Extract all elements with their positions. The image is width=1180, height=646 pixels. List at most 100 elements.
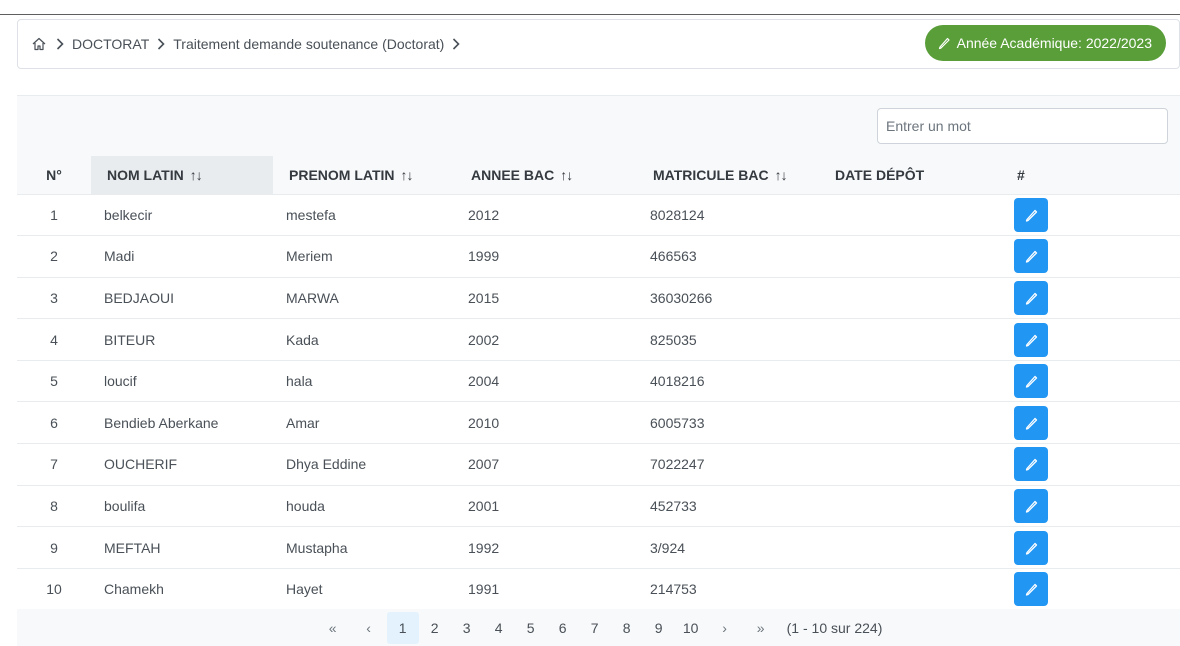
breadcrumb-item-doctorat[interactable]: DOCTORAT <box>72 36 149 52</box>
breadcrumb: DOCTORAT Traitement demande soutenance (… <box>17 19 1180 69</box>
sort-icon[interactable]: ↑↓ <box>775 167 788 183</box>
cell-annee-bac: 2010 <box>455 401 637 445</box>
edit-button[interactable] <box>1014 364 1048 399</box>
edit-button[interactable] <box>1014 239 1048 274</box>
cell-prenom-latin: Meriem <box>273 235 455 278</box>
pencil-icon <box>1023 207 1039 223</box>
table-row: 4 BITEUR Kada 2002 825035 <box>17 318 1180 361</box>
data-table-card: N° NOM LATIN↑↓ PRENOM LATIN↑↓ ANNEE BAC↑… <box>17 95 1180 646</box>
pencil-icon <box>1023 332 1039 348</box>
cell-annee-bac: 2004 <box>455 360 637 403</box>
prev-page-button[interactable]: ‹ <box>353 612 385 644</box>
sort-icon[interactable]: ↑↓ <box>560 167 573 183</box>
edit-button[interactable] <box>1014 405 1048 440</box>
home-icon[interactable] <box>30 35 48 53</box>
cell-actions <box>1001 360 1180 403</box>
cell-actions <box>1001 401 1180 445</box>
pencil-icon <box>1023 373 1039 389</box>
table-row: 7 OUCHERIF Dhya Eddine 2007 7022247 <box>17 443 1180 486</box>
cell-date-depot <box>819 443 1001 486</box>
cell-number: 2 <box>17 235 91 278</box>
cell-nom-latin: Chamekh <box>91 568 273 611</box>
page-button[interactable]: 6 <box>547 612 579 644</box>
pencil-icon <box>1023 581 1039 597</box>
table-row: 8 boulifa houda 2001 452733 <box>17 485 1180 528</box>
page-button[interactable]: 4 <box>483 612 515 644</box>
last-page-button[interactable]: » <box>745 612 777 644</box>
column-header-prenom-latin[interactable]: PRENOM LATIN ↑↓ <box>273 156 455 195</box>
cell-actions <box>1001 194 1180 237</box>
cell-prenom-latin: Kada <box>273 318 455 361</box>
academic-year-badge[interactable]: Année Académique: 2022/2023 <box>924 25 1166 61</box>
edit-button[interactable] <box>1014 488 1048 523</box>
chevron-right-icon <box>447 37 465 51</box>
table-row: 6 Bendieb Aberkane Amar 2010 6005733 <box>17 401 1180 445</box>
cell-prenom-latin: MARWA <box>273 277 455 320</box>
pencil-icon <box>1023 498 1039 514</box>
cell-nom-latin: BITEUR <box>91 318 273 361</box>
edit-button[interactable] <box>1014 447 1048 482</box>
cell-date-depot <box>819 318 1001 361</box>
cell-date-depot <box>819 526 1001 569</box>
cell-prenom-latin: Hayet <box>273 568 455 611</box>
page-button[interactable]: 7 <box>579 612 611 644</box>
cell-number: 1 <box>17 194 91 237</box>
cell-number: 3 <box>17 277 91 320</box>
cell-number: 7 <box>17 443 91 486</box>
chevron-right-icon <box>152 37 170 51</box>
cell-actions <box>1001 318 1180 361</box>
page-button[interactable]: 1 <box>386 612 419 644</box>
cell-prenom-latin: Mustapha <box>273 526 455 569</box>
cell-prenom-latin: Dhya Eddine <box>273 443 455 486</box>
sort-icon[interactable]: ↑↓ <box>190 167 203 183</box>
cell-annee-bac: 1999 <box>455 235 637 278</box>
edit-button[interactable] <box>1014 280 1048 315</box>
edit-button[interactable] <box>1014 572 1048 607</box>
search-input[interactable] <box>877 108 1168 144</box>
academic-year-label: Année Académique: 2022/2023 <box>956 35 1152 51</box>
column-header-nom-latin[interactable]: NOM LATIN ↑↓ <box>91 156 273 195</box>
cell-number: 8 <box>17 485 91 528</box>
page-button[interactable]: 9 <box>643 612 675 644</box>
cell-actions <box>1001 526 1180 569</box>
paginator: « ‹ 1 2 3 4 5 6 7 8 9 10 › » (1 - 10 sur 224) <box>17 609 1180 646</box>
next-page-button[interactable]: › <box>709 612 741 644</box>
edit-button[interactable] <box>1014 322 1048 357</box>
pencil-icon <box>938 37 950 50</box>
breadcrumb-item-traitement[interactable]: Traitement demande soutenance (Doctorat) <box>173 36 444 52</box>
cell-date-depot <box>819 194 1001 237</box>
column-header-date-depot: DATE DÉPÔT <box>819 156 1001 195</box>
cell-matricule-bac: 3/924 <box>637 526 819 569</box>
page-button[interactable]: 8 <box>611 612 643 644</box>
table-header-row: N° NOM LATIN ↑↓ PRENOM LATIN ↑↓ ANNEE BAC ↑… <box>17 156 1180 195</box>
page-button[interactable]: 2 <box>419 612 451 644</box>
cell-matricule-bac: 36030266 <box>637 277 819 320</box>
page-report: (1 - 10 sur 224) <box>786 620 883 636</box>
sort-icon[interactable]: ↑↓ <box>401 167 414 183</box>
table-toolbar <box>17 96 1180 156</box>
column-header-matricule-bac[interactable]: MATRICULE BAC ↑↓ <box>637 156 819 195</box>
cell-annee-bac: 2001 <box>455 485 637 528</box>
page-button[interactable]: 10 <box>675 612 707 644</box>
edit-button[interactable] <box>1014 530 1048 565</box>
cell-annee-bac: 1991 <box>455 568 637 611</box>
cell-date-depot <box>819 277 1001 320</box>
table-row: 2 Madi Meriem 1999 466563 <box>17 235 1180 278</box>
cell-nom-latin: belkecir <box>91 194 273 237</box>
cell-matricule-bac: 7022247 <box>637 443 819 486</box>
cell-prenom-latin: houda <box>273 485 455 528</box>
cell-number: 5 <box>17 360 91 403</box>
cell-nom-latin: BEDJAOUI <box>91 277 273 320</box>
edit-button[interactable] <box>1014 197 1048 232</box>
cell-annee-bac: 2002 <box>455 318 637 361</box>
page-list: 1 2 3 4 5 6 7 8 9 10 <box>386 612 707 644</box>
column-header-annee-bac[interactable]: ANNEE BAC ↑↓ <box>455 156 637 195</box>
cell-prenom-latin: Amar <box>273 401 455 445</box>
page-button[interactable]: 3 <box>451 612 483 644</box>
first-page-button[interactable]: « <box>317 612 349 644</box>
cell-actions <box>1001 485 1180 528</box>
cell-number: 10 <box>17 568 91 611</box>
page-button[interactable]: 5 <box>515 612 547 644</box>
cell-matricule-bac: 825035 <box>637 318 819 361</box>
cell-date-depot <box>819 568 1001 611</box>
